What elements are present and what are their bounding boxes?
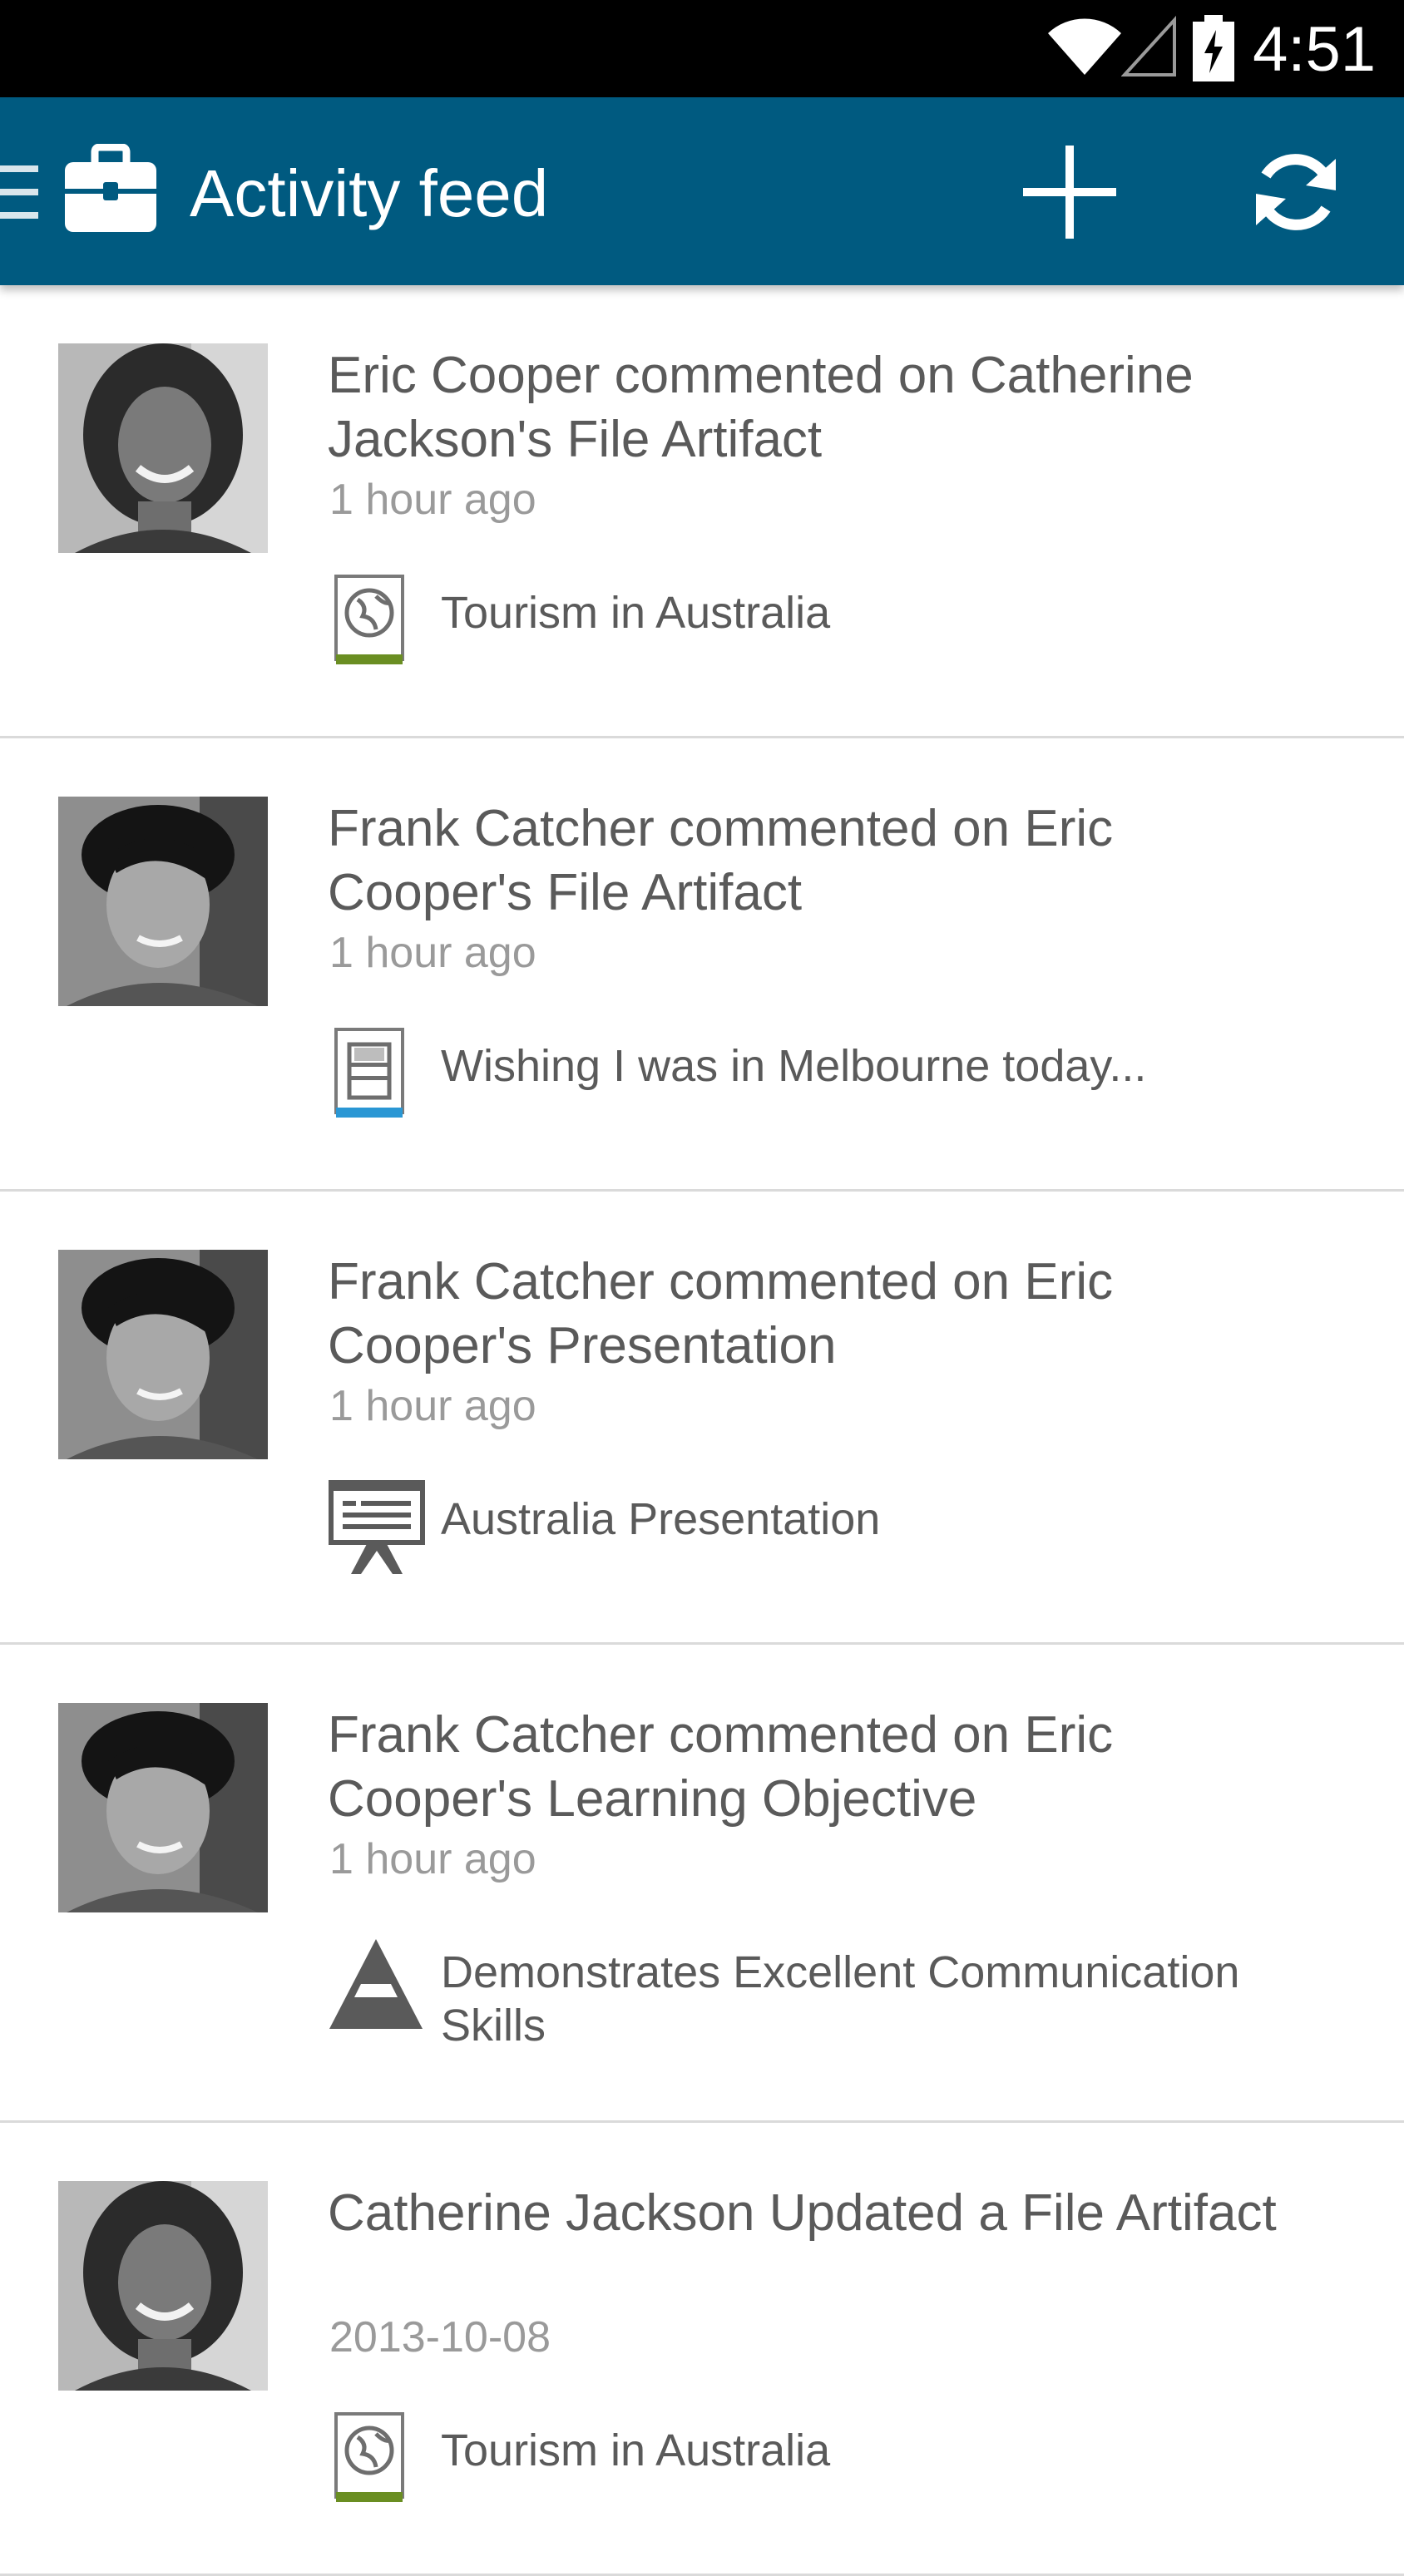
globe-file-icon (334, 2412, 404, 2502)
artifact-link[interactable]: Wishing I was in Melbourne today... (441, 1039, 1356, 1093)
feed-headline[interactable]: Frank Catcher commented on Eric Cooper's… (328, 1250, 1326, 1378)
artifact-link[interactable]: Tourism in Australia (441, 586, 1356, 639)
page-title: Activity feed (190, 156, 549, 230)
feed-headline[interactable]: Eric Cooper commented on Catherine Jacks… (328, 343, 1326, 471)
feed-item[interactable]: Eric Cooper commented on Catherine Jacks… (0, 285, 1404, 738)
wifi-icon (1048, 18, 1121, 75)
globe-file-icon (334, 575, 404, 664)
feed-headline[interactable]: Frank Catcher commented on Eric Cooper's… (328, 797, 1326, 925)
refresh-icon[interactable] (1248, 144, 1344, 240)
feed-item[interactable]: Catherine Jackson Updated a File Artifac… (0, 2123, 1404, 2576)
add-icon[interactable] (1021, 144, 1118, 240)
status-clock: 4:51 (1253, 14, 1376, 85)
feed-item[interactable]: Frank Catcher commented on Eric Cooper's… (0, 1645, 1404, 2123)
feed-headline[interactable]: Catherine Jackson Updated a File Artifac… (328, 2181, 1326, 2245)
artifact-link[interactable]: Demonstrates Excellent Communication Ski… (441, 1946, 1339, 2052)
feed-item[interactable]: Frank Catcher commented on Eric Cooper's… (0, 1192, 1404, 1645)
feed-timestamp: 1 hour ago (329, 1382, 536, 1430)
briefcase-icon[interactable] (63, 144, 158, 235)
video-file-icon (334, 1028, 404, 1118)
artifact-link[interactable]: Australia Presentation (441, 1493, 1356, 1546)
learning-objective-icon (329, 1939, 423, 2029)
status-bar: 4:51 (0, 0, 1404, 97)
avatar[interactable] (58, 2181, 268, 2391)
cell-signal-icon (1121, 15, 1176, 76)
presentation-icon (329, 1480, 425, 1574)
feed-timestamp: 1 hour ago (329, 929, 536, 977)
drawer-icon[interactable] (0, 165, 38, 219)
feed-item[interactable]: Frank Catcher commented on Eric Cooper's… (0, 738, 1404, 1192)
feed-headline[interactable]: Frank Catcher commented on Eric Cooper's… (328, 1703, 1326, 1831)
avatar[interactable] (58, 1250, 268, 1459)
app-bar: Activity feed (0, 97, 1404, 285)
avatar[interactable] (58, 797, 268, 1006)
artifact-link[interactable]: Tourism in Australia (441, 2424, 1356, 2477)
activity-feed: Eric Cooper commented on Catherine Jacks… (0, 285, 1404, 2576)
feed-timestamp: 1 hour ago (329, 1835, 536, 1883)
feed-timestamp: 2013-10-08 (329, 2313, 551, 2361)
battery-charging-icon (1193, 15, 1234, 81)
feed-timestamp: 1 hour ago (329, 476, 536, 524)
avatar[interactable] (58, 1703, 268, 1912)
avatar[interactable] (58, 343, 268, 553)
